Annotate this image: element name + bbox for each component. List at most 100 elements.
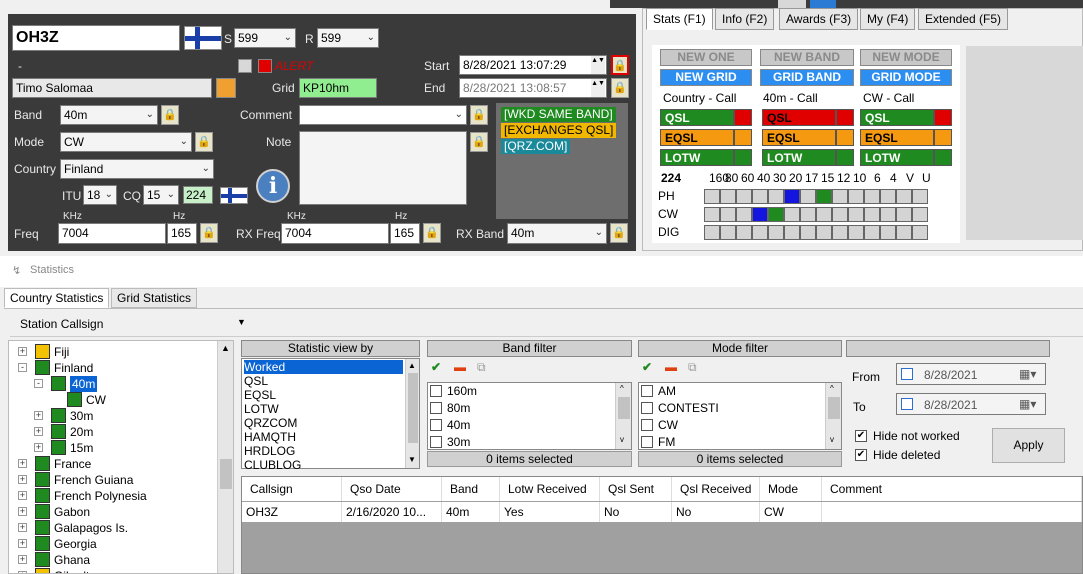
view-by-item[interactable]: QRZCOM (244, 416, 297, 430)
r-report-select[interactable]: 599 ⌄ (317, 28, 379, 48)
tree-item[interactable]: 15m (70, 440, 93, 456)
tree-item[interactable]: Gibraltar (54, 568, 100, 573)
tab-info[interactable]: Info (F2) (715, 8, 775, 30)
end-datetime-input[interactable]: 8/28/2021 13:08:57 (459, 78, 607, 98)
tree-item[interactable]: France (54, 456, 91, 472)
scroll-thumb[interactable] (408, 373, 418, 443)
s-report-select[interactable]: 599 ⌄ (234, 28, 296, 48)
table-cell[interactable]: OH3Z (242, 502, 342, 522)
to-date-picker[interactable]: 8/28/2021 ▦▾ (896, 393, 1046, 415)
calendar-icon[interactable]: ▦▾ (1019, 397, 1036, 411)
scroll-up-icon[interactable]: ▲ (221, 343, 230, 353)
band-filter-scrollbar[interactable]: ^ v (615, 383, 631, 449)
view-by-item[interactable]: CLUBLOG (244, 458, 301, 472)
expand-icon[interactable]: + (18, 523, 27, 532)
expand-icon[interactable]: + (18, 507, 27, 516)
band-select[interactable]: 40m ⌄ (60, 105, 158, 125)
view-by-item[interactable]: EQSL (244, 388, 276, 402)
tree-item[interactable]: 20m (70, 424, 93, 440)
scroll-up-icon[interactable]: ^ (620, 384, 624, 393)
name-lookup-icon[interactable] (216, 78, 236, 98)
tab-awards[interactable]: Awards (F3) (779, 8, 859, 30)
filter-checkbox[interactable] (430, 419, 442, 431)
note-textarea[interactable] (299, 131, 467, 205)
comment-select[interactable]: ⌄ (299, 105, 467, 125)
station-callsign-dropdown-icon[interactable]: ▼ (237, 317, 246, 327)
check-all-icon[interactable]: ✔ (642, 360, 652, 374)
expand-icon[interactable]: + (18, 475, 27, 484)
alert-checkbox[interactable] (238, 59, 252, 73)
filter-checkbox[interactable] (641, 402, 653, 414)
grid-input[interactable]: KP10hm (299, 78, 377, 98)
view-by-item[interactable]: LOTW (244, 402, 279, 416)
column-header[interactable]: Mode (760, 477, 822, 501)
column-header[interactable]: Qso Date (342, 477, 442, 501)
column-header[interactable]: Qsl Sent (600, 477, 672, 501)
tree-item[interactable]: Finland (54, 360, 93, 376)
itu-select[interactable]: 18 ⌄ (83, 185, 117, 205)
view-by-item[interactable]: HRDLOG (244, 444, 295, 458)
view-by-item[interactable]: QSL (244, 374, 268, 388)
table-cell[interactable]: No (672, 502, 760, 522)
column-header[interactable]: Comment (822, 477, 1082, 501)
tree-item[interactable]: Georgia (54, 536, 97, 552)
start-lock-icon[interactable]: 🔒 (611, 55, 629, 75)
filter-checkbox[interactable] (430, 402, 442, 414)
filter-checkbox[interactable] (641, 436, 653, 448)
expand-icon[interactable]: + (34, 443, 43, 452)
scroll-down-icon[interactable]: v (830, 435, 834, 444)
tree-item[interactable]: French Polynesia (54, 488, 147, 504)
tab-grid-statistics[interactable]: Grid Statistics (111, 288, 198, 308)
rxfreq-lock-icon[interactable]: 🔒 (423, 223, 441, 243)
table-cell[interactable]: No (600, 502, 672, 522)
scroll-down-icon[interactable]: v (620, 435, 624, 444)
strip-button[interactable] (778, 0, 806, 8)
hide-not-worked-checkbox[interactable]: ✔ (855, 430, 867, 442)
expand-icon[interactable]: + (18, 555, 27, 564)
tree-item[interactable]: CW (86, 392, 106, 408)
alert-color-swatch[interactable] (258, 59, 272, 73)
tree-item[interactable]: Fiji (54, 344, 69, 360)
view-by-item[interactable]: HAMQTH (244, 430, 296, 444)
scroll-up-icon[interactable]: ▲ (408, 361, 416, 370)
start-datetime-input[interactable]: 8/28/2021 13:07:29 (459, 55, 607, 75)
uncheck-all-icon[interactable]: ▬ (665, 360, 677, 374)
mode-lock-icon[interactable]: 🔒 (195, 132, 213, 152)
filter-checkbox[interactable] (641, 419, 653, 431)
hide-deleted-checkbox[interactable]: ✔ (855, 449, 867, 461)
table-cell[interactable] (822, 502, 1082, 522)
tree-item[interactable]: 30m (70, 408, 93, 424)
band-filter-list[interactable]: 160m 80m 40m 30m ^ v (427, 382, 632, 450)
filter-checkbox[interactable] (430, 436, 442, 448)
end-lock-icon[interactable]: 🔒 (611, 78, 629, 98)
scroll-thumb[interactable] (220, 459, 232, 489)
view-by-list[interactable]: Worked QSL EQSL LOTW QRZCOM HAMQTH HRDLOG CLUBL… (241, 358, 420, 472)
check-all-icon[interactable]: ✔ (431, 360, 441, 374)
uncheck-all-icon[interactable]: ▬ (454, 360, 466, 374)
rxband-lock-icon[interactable]: 🔒 (610, 223, 628, 243)
freq-hz-input[interactable]: 165 (167, 223, 197, 244)
view-by-item[interactable]: Worked (244, 360, 403, 374)
country-select[interactable]: Finland ⌄ (60, 159, 214, 179)
tree-item[interactable]: Gabon (54, 504, 90, 520)
name-input[interactable]: Timo Salomaa (12, 78, 212, 98)
cq-select[interactable]: 15 ⌄ (143, 185, 179, 205)
info-icon[interactable]: i (256, 169, 290, 203)
tag-qrz-com[interactable]: [QRZ.COM] (501, 139, 571, 154)
expand-icon[interactable]: + (18, 491, 27, 500)
tab-my[interactable]: My (F4) (860, 8, 916, 30)
freq-khz-input[interactable]: 7004 (58, 223, 166, 244)
invert-icon[interactable]: ⧉ (688, 360, 697, 375)
rxband-select[interactable]: 40m ⌄ (507, 223, 607, 244)
tree-item[interactable]: French Guiana (54, 472, 133, 488)
table-cell[interactable]: 40m (442, 502, 500, 522)
tab-extended[interactable]: Extended (F5) (918, 8, 1009, 30)
tree-scrollbar[interactable]: ▲ (217, 341, 233, 573)
tab-stats[interactable]: Stats (F1) (646, 8, 713, 30)
from-date-checkbox[interactable] (901, 368, 913, 380)
freq-lock-icon[interactable]: 🔒 (200, 223, 218, 243)
mode-select[interactable]: CW ⌄ (60, 132, 192, 152)
callsign-input[interactable]: OH3Z (12, 25, 180, 51)
expand-icon[interactable]: + (34, 427, 43, 436)
band-lock-icon[interactable]: 🔒 (161, 105, 179, 125)
